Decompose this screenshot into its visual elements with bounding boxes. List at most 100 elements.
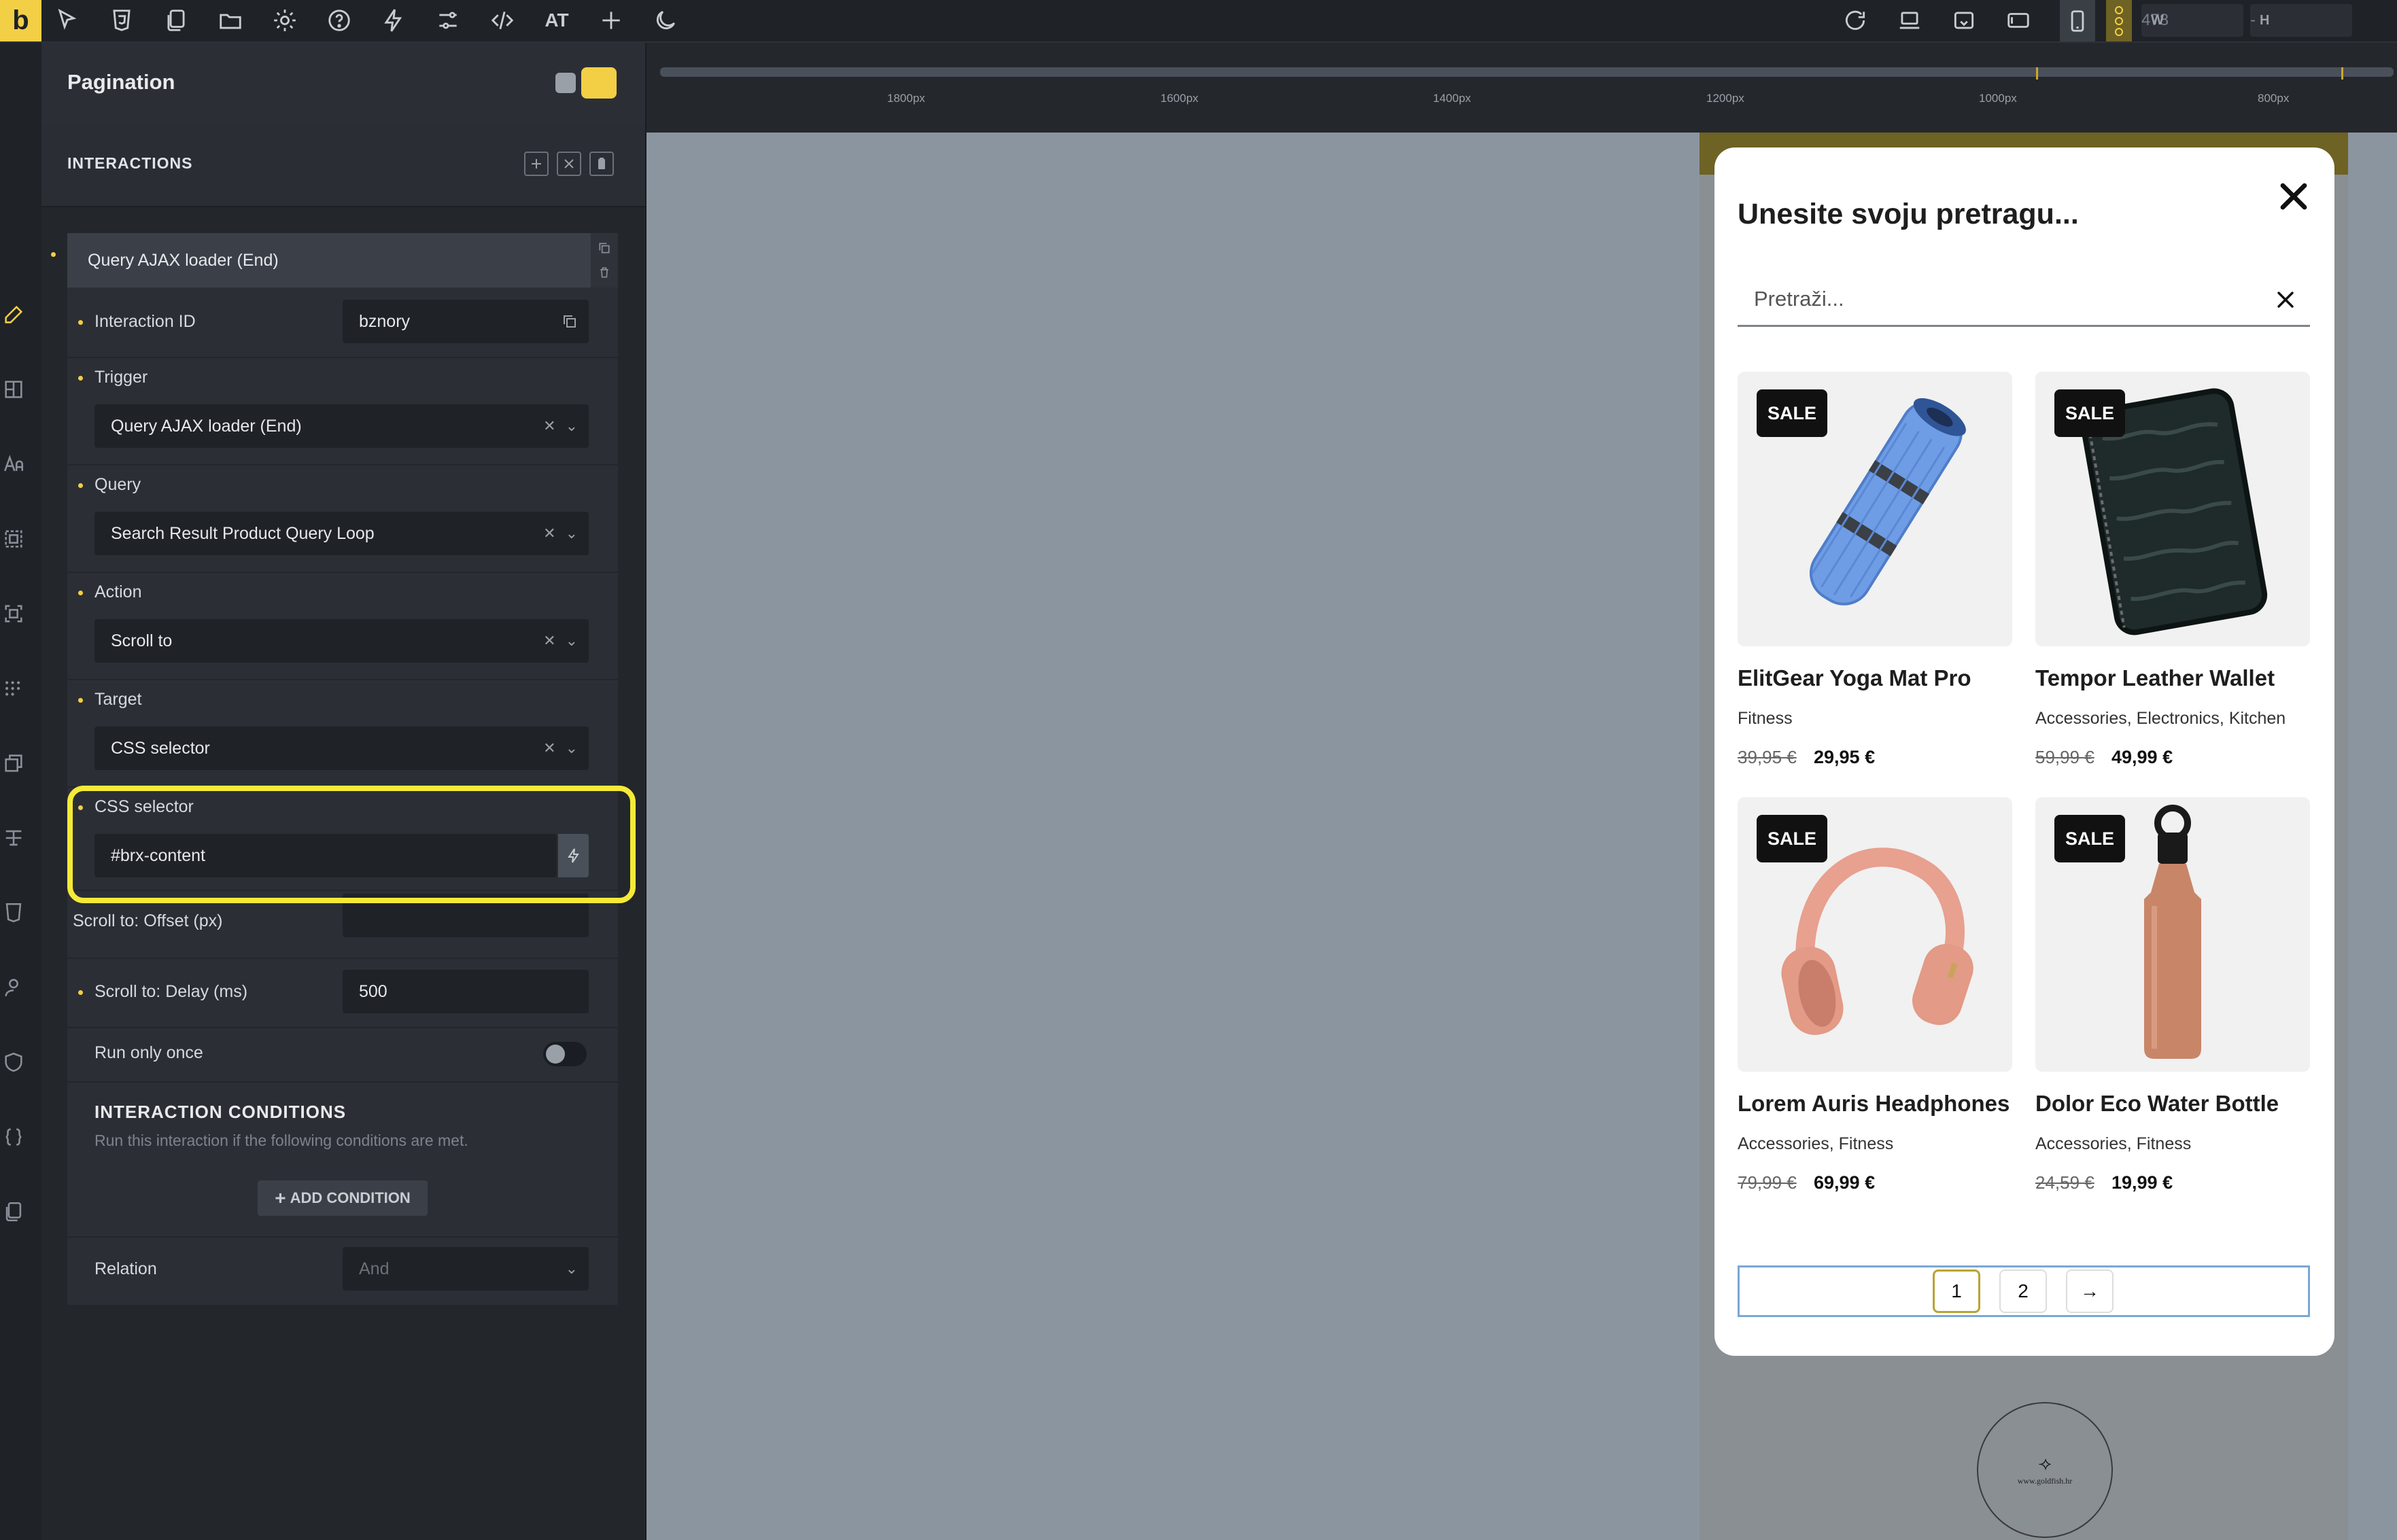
add-condition-label: ADD CONDITION bbox=[290, 1189, 411, 1206]
product-categories[interactable]: Fitness bbox=[1738, 709, 1793, 729]
product-name[interactable]: Dolor Eco Water Bottle bbox=[2035, 1091, 2279, 1117]
spacing-icon[interactable] bbox=[0, 597, 27, 631]
interaction-id-label: Interaction ID bbox=[94, 312, 196, 331]
panel-divider[interactable] bbox=[645, 43, 646, 1540]
remove-interaction-icon[interactable] bbox=[557, 152, 581, 176]
grid-dots-icon[interactable] bbox=[0, 671, 27, 705]
cursor-icon[interactable] bbox=[50, 3, 84, 37]
sliders-icon[interactable] bbox=[431, 3, 465, 37]
panel-header: Pagination bbox=[41, 43, 645, 124]
add-interaction-icon[interactable] bbox=[524, 152, 549, 176]
height-input[interactable]: H - bbox=[2250, 4, 2352, 37]
product-categories[interactable]: Accessories, Electronics, Kitchen bbox=[2035, 709, 2286, 729]
trigger-select[interactable]: Query AJAX loader (End) ✕ ⌄ bbox=[94, 404, 589, 448]
conditions-title: INTERACTION CONDITIONS bbox=[94, 1102, 347, 1122]
ruler-label: 1600px bbox=[1160, 92, 1198, 105]
interactions-header: INTERACTIONS bbox=[41, 124, 645, 207]
user-icon[interactable] bbox=[0, 970, 27, 1004]
product-image[interactable]: SALE bbox=[2035, 797, 2310, 1072]
clear-icon[interactable]: ✕ bbox=[543, 417, 555, 435]
lightning-icon[interactable] bbox=[377, 3, 411, 37]
paste-interaction-icon[interactable] bbox=[589, 152, 614, 176]
duplicate-icon[interactable] bbox=[598, 241, 611, 255]
help-icon[interactable] bbox=[322, 3, 356, 37]
page-2-button[interactable]: 2 bbox=[1999, 1270, 2047, 1313]
clear-search-icon[interactable] bbox=[2272, 286, 2299, 313]
interaction-id-field[interactable]: bznory bbox=[343, 300, 589, 343]
relation-select[interactable]: And ⌄ bbox=[343, 1247, 589, 1291]
pages-icon[interactable] bbox=[159, 3, 193, 37]
search-input[interactable] bbox=[1753, 283, 2231, 315]
mobile-icon[interactable] bbox=[2060, 0, 2095, 41]
product-name[interactable]: Lorem Auris Headphones bbox=[1738, 1091, 2010, 1117]
copy-id-icon[interactable] bbox=[562, 313, 578, 330]
product-image[interactable]: SALE bbox=[1738, 797, 2012, 1072]
css-file-icon[interactable] bbox=[0, 896, 27, 930]
query-select[interactable]: Search Result Product Query Loop ✕ ⌄ bbox=[94, 512, 589, 555]
builder-logo[interactable]: b bbox=[0, 0, 41, 41]
trash-icon[interactable] bbox=[598, 266, 611, 279]
product-image[interactable]: SALE bbox=[1738, 372, 2012, 646]
add-condition-button[interactable]: + ADD CONDITION bbox=[258, 1180, 428, 1216]
delay-input[interactable]: 500 bbox=[343, 970, 589, 1013]
product-name[interactable]: Tempor Leather Wallet bbox=[2035, 665, 2275, 691]
action-select[interactable]: Scroll to ✕ ⌄ bbox=[94, 619, 589, 663]
align-icon[interactable] bbox=[0, 821, 27, 855]
gear-icon[interactable] bbox=[268, 3, 302, 37]
folder-icon[interactable] bbox=[213, 3, 247, 37]
product-price: 69,99 € bbox=[1814, 1172, 1876, 1193]
chevron-down-icon[interactable]: ⌄ bbox=[566, 739, 578, 757]
refresh-icon[interactable] bbox=[1838, 3, 1872, 37]
shield-icon[interactable] bbox=[0, 1045, 27, 1079]
sale-badge: SALE bbox=[2054, 389, 2126, 437]
tablet-landscape-icon[interactable] bbox=[1947, 3, 1981, 37]
ruler-track[interactable] bbox=[660, 67, 2394, 77]
query-value: Search Result Product Query Loop bbox=[111, 523, 375, 543]
ruler-label: 1800px bbox=[887, 92, 925, 105]
field-dot bbox=[78, 483, 83, 488]
breakpoint-more-icon[interactable] bbox=[2106, 0, 2132, 41]
product-categories[interactable]: Accessories, Fitness bbox=[2035, 1134, 2191, 1154]
panel-mode-toggle[interactable] bbox=[555, 73, 576, 93]
transform-icon[interactable] bbox=[0, 746, 27, 780]
ruler-label: 1200px bbox=[1706, 92, 1744, 105]
ruler-marker[interactable] bbox=[2341, 67, 2343, 80]
interaction-id-value: bznory bbox=[359, 311, 411, 331]
moon-icon[interactable] bbox=[649, 3, 683, 37]
border-icon[interactable] bbox=[0, 522, 27, 556]
copy-icon[interactable] bbox=[0, 1195, 27, 1229]
chevron-down-icon[interactable]: ⌄ bbox=[566, 417, 578, 435]
layout-icon[interactable] bbox=[0, 372, 27, 406]
clear-icon[interactable]: ✕ bbox=[543, 739, 555, 757]
next-page-button[interactable]: → bbox=[2066, 1270, 2114, 1313]
panel-color-toggle[interactable] bbox=[581, 67, 617, 99]
laptop-icon[interactable] bbox=[1893, 3, 1927, 37]
plus-icon[interactable] bbox=[594, 3, 628, 37]
css-selector-highlight bbox=[67, 786, 636, 903]
relation-row: Relation And ⌄ bbox=[67, 1236, 618, 1304]
chevron-down-icon[interactable]: ⌄ bbox=[566, 525, 578, 542]
clear-icon[interactable]: ✕ bbox=[543, 632, 555, 650]
code-icon[interactable] bbox=[485, 3, 519, 37]
interaction-active-dot bbox=[51, 252, 56, 257]
clear-icon[interactable]: ✕ bbox=[543, 525, 555, 542]
run-once-toggle[interactable] bbox=[543, 1042, 587, 1066]
product-name[interactable]: ElitGear Yoga Mat Pro bbox=[1738, 665, 1971, 691]
attributes-button[interactable]: AT bbox=[540, 3, 574, 37]
css3-icon[interactable] bbox=[105, 3, 139, 37]
product-image[interactable]: SALE bbox=[2035, 372, 2310, 646]
close-icon[interactable] bbox=[2266, 169, 2321, 224]
page-1-button[interactable]: 1 bbox=[1933, 1270, 1980, 1313]
width-input[interactable]: W 478 bbox=[2141, 4, 2243, 37]
sale-badge: SALE bbox=[2054, 815, 2126, 862]
interaction-header[interactable]: Query AJAX loader (End) bbox=[67, 233, 591, 287]
tablet-icon[interactable] bbox=[2001, 3, 2035, 37]
edit-icon[interactable] bbox=[0, 298, 27, 332]
footer-logo[interactable]: ⟢ www.goldfish.hr bbox=[1977, 1402, 2113, 1538]
chevron-down-icon[interactable]: ⌄ bbox=[566, 632, 578, 650]
typography-icon[interactable] bbox=[0, 447, 27, 481]
braces-icon[interactable] bbox=[0, 1120, 27, 1154]
product-categories[interactable]: Accessories, Fitness bbox=[1738, 1134, 1893, 1154]
target-select[interactable]: CSS selector ✕ ⌄ bbox=[94, 727, 589, 770]
ruler-marker[interactable] bbox=[2036, 67, 2038, 80]
